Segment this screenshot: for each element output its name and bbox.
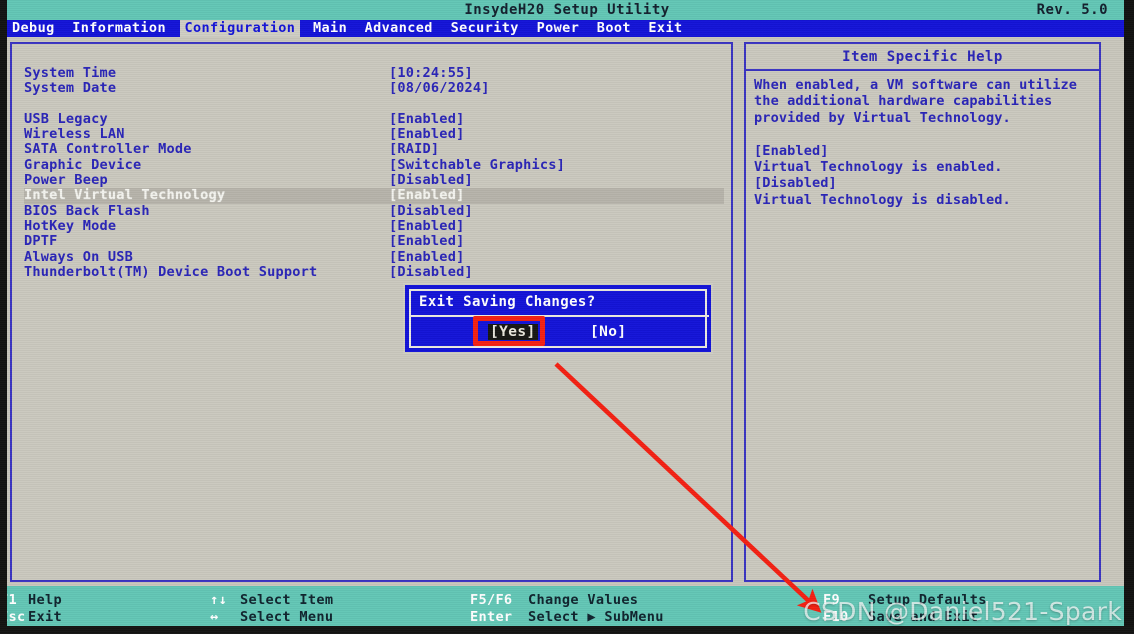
status-text-col1-0: Help [28, 592, 62, 608]
help-panel-divider [746, 69, 1099, 71]
settings-row-label: Intel Virtual Technology [24, 187, 226, 204]
menu-item-power[interactable]: Power [537, 20, 580, 37]
settings-row-value[interactable]: [Switchable Graphics] [389, 157, 565, 173]
settings-row-value[interactable]: [10:24:55] [389, 65, 473, 81]
settings-row[interactable]: Always On USB [Enabled] [24, 248, 724, 265]
menu-item-boot[interactable]: Boot [597, 20, 631, 37]
settings-list[interactable]: System Time [10:24:55] System Date [08/06/2… [24, 65, 724, 280]
revision-label: Rev. 5.0 [1036, 2, 1108, 18]
settings-row-label: System Time [24, 65, 117, 81]
menu-item-main[interactable]: Main [313, 20, 347, 37]
menu-item-configuration[interactable]: Configuration [180, 20, 300, 37]
status-key-col3-0: F5/F6 [470, 592, 513, 608]
status-key-col2-0: ↑↓ [210, 592, 227, 608]
settings-row-label: Wireless LAN [24, 126, 125, 143]
settings-row[interactable]: USB Legacy [Enabled] [24, 110, 724, 127]
status-key-col2-1: ↔ [210, 609, 219, 625]
settings-row-value[interactable]: [Enabled] [389, 126, 464, 142]
menu-item-information[interactable]: Information [72, 20, 166, 37]
menu-bar[interactable]: Debug Information Configuration Main Advance… [0, 20, 1134, 37]
settings-row[interactable]: Thunderbolt(TM) Device Boot Support [Disa… [24, 263, 724, 280]
settings-row-label: HotKey Mode [24, 217, 117, 234]
dialog-no-button[interactable]: [No] [590, 324, 627, 340]
settings-row[interactable]: System Time [10:24:55] [24, 65, 724, 81]
settings-row[interactable]: SATA Controller Mode [RAID] [24, 141, 724, 158]
settings-row[interactable]: DPTF [Enabled] [24, 233, 724, 250]
bios-screen: InsydeH20 Setup Utility Rev. 5.0 Debug In… [0, 0, 1134, 634]
settings-row-value[interactable]: [RAID] [389, 142, 439, 158]
settings-row-label: Thunderbolt(TM) Device Boot Support [24, 263, 318, 280]
menu-item-advanced[interactable]: Advanced [365, 20, 433, 37]
settings-row-label: System Date [24, 80, 117, 97]
bios-screenshot: InsydeH20 Setup Utility Rev. 5.0 Debug In… [0, 0, 1134, 634]
dialog-title: Exit Saving Changes? [419, 294, 596, 310]
help-panel-body: When enabled, a VM software can utilize … [754, 77, 1078, 208]
status-text-col2-1: Select Menu [240, 609, 334, 625]
settings-row-value[interactable]: [Enabled] [389, 218, 464, 234]
menu-item-exit[interactable]: Exit [648, 20, 682, 37]
bezel-left [0, 0, 7, 634]
bezel-bottom [0, 626, 1134, 634]
settings-row-label: Always On USB [24, 248, 133, 265]
settings-row-value[interactable]: [Enabled] [389, 188, 464, 204]
settings-row-value[interactable]: [Enabled] [389, 233, 464, 249]
status-key-col3-1: Enter [470, 609, 513, 625]
yes-button-annotation-box [473, 316, 545, 346]
settings-row[interactable]: HotKey Mode [Enabled] [24, 217, 724, 234]
item-specific-help-panel: Item Specific Help When enabled, a VM so… [744, 42, 1101, 582]
settings-row-label: SATA Controller Mode [24, 141, 192, 158]
settings-row-value[interactable]: [Disabled] [389, 203, 473, 219]
dialog-divider [411, 315, 709, 317]
settings-row-label: DPTF [24, 233, 58, 250]
status-text-col3-0: Change Values [528, 592, 639, 608]
exit-saving-changes-dialog: Exit Saving Changes? [Yes] [No] [403, 283, 713, 354]
help-panel-title: Item Specific Help [842, 49, 1003, 65]
menu-item-security[interactable]: Security [451, 20, 519, 37]
settings-row[interactable]: Wireless LAN [Enabled] [24, 126, 724, 143]
status-text-col3-1: Select ▶ SubMenu [528, 609, 664, 625]
app-title: InsydeH20 Setup Utility [464, 2, 670, 18]
watermark: CSDN @Daniel521-Spark [803, 597, 1122, 626]
status-text-col2-0: Select Item [240, 592, 334, 608]
settings-row-label: USB Legacy [24, 110, 108, 127]
settings-row-value[interactable]: [Enabled] [389, 249, 464, 265]
settings-row-value[interactable]: [08/06/2024] [389, 80, 490, 96]
settings-row[interactable]: BIOS Back Flash [Disabled] [24, 202, 724, 219]
settings-row-value[interactable]: [Disabled] [389, 264, 473, 280]
settings-row[interactable]: Intel Virtual Technology [Enabled] [24, 187, 724, 204]
settings-row-label: Graphic Device [24, 156, 142, 173]
settings-row[interactable]: System Date [08/06/2024] [24, 80, 724, 97]
status-text-col1-1: Exit [28, 609, 62, 625]
settings-row-label: BIOS Back Flash [24, 202, 150, 219]
settings-spacer [24, 97, 724, 112]
settings-row-value[interactable]: [Enabled] [389, 111, 464, 127]
title-bar: InsydeH20 Setup Utility Rev. 5.0 [0, 0, 1134, 20]
bezel-right [1124, 0, 1134, 634]
menu-item-debug[interactable]: Debug [12, 20, 55, 37]
settings-row[interactable]: Graphic Device [Switchable Graphics] [24, 156, 724, 173]
